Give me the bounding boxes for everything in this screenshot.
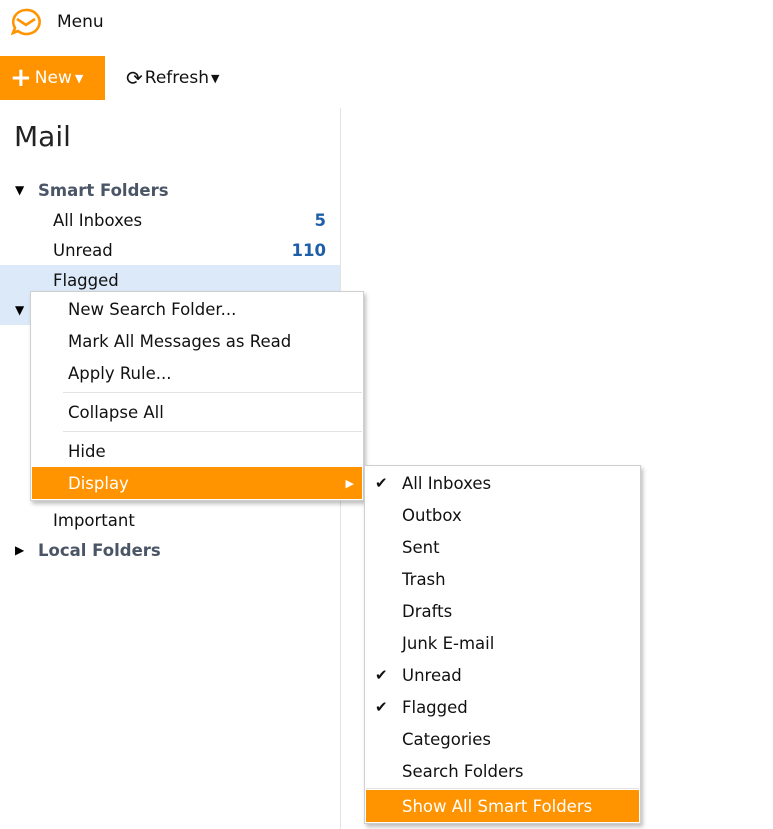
submenu-item-all-inboxes[interactable]: ✔ All Inboxes — [366, 467, 639, 499]
tree-smart-folders[interactable]: ▼ Smart Folders — [0, 175, 340, 205]
item-label: Sent — [402, 537, 440, 557]
submenu-item-unread[interactable]: ✔ Unread — [366, 659, 639, 691]
refresh-icon: ⟳ — [126, 66, 143, 90]
menu-item-display[interactable]: Display ▶ — [32, 467, 362, 499]
item-label: Junk E-mail — [402, 633, 495, 653]
expand-triangle-icon[interactable]: ▼ — [15, 303, 24, 317]
menu-separator — [63, 431, 362, 432]
folder-label: Important — [53, 510, 135, 530]
item-label: Outbox — [402, 505, 462, 525]
menu-separator — [63, 392, 362, 393]
refresh-label: Refresh — [144, 68, 209, 88]
collapsed-triangle-icon[interactable]: ▶ — [15, 543, 24, 557]
expand-triangle-icon[interactable]: ▼ — [15, 183, 24, 197]
tree-local-folders[interactable]: ▶ Local Folders — [0, 535, 340, 565]
display-submenu: ✔ All Inboxes Outbox Sent Trash Drafts Ju… — [364, 465, 641, 824]
group-label: Local Folders — [38, 540, 161, 560]
submenu-item-drafts[interactable]: Drafts — [366, 595, 639, 627]
submenu-item-flagged[interactable]: ✔ Flagged — [366, 691, 639, 723]
caret-down-icon: ▼ — [74, 71, 84, 85]
group-label: Smart Folders — [38, 180, 169, 200]
submenu-item-show-all[interactable]: Show All Smart Folders — [366, 790, 639, 822]
item-label: Trash — [402, 569, 446, 589]
submenu-item-categories[interactable]: Categories — [366, 723, 639, 755]
menu-item-new-search-folder[interactable]: New Search Folder... — [32, 293, 362, 325]
menu-item-mark-all-read[interactable]: Mark All Messages as Read — [32, 325, 362, 357]
check-icon: ✔ — [375, 474, 388, 492]
folder-all-inboxes[interactable]: All Inboxes 5 — [0, 205, 340, 235]
folder-label: Flagged — [53, 270, 119, 290]
new-label: New — [34, 68, 72, 88]
item-label: All Inboxes — [402, 473, 492, 493]
submenu-arrow-icon: ▶ — [345, 476, 354, 490]
page-title: Mail — [14, 120, 71, 153]
menu-button[interactable]: Menu — [57, 12, 104, 32]
context-menu: New Search Folder... Mark All Messages a… — [30, 291, 364, 501]
folder-label: All Inboxes — [53, 210, 143, 230]
caret-down-icon: ▼ — [210, 71, 220, 85]
folder-label: Unread — [53, 240, 113, 260]
item-label: Search Folders — [402, 761, 524, 781]
submenu-item-junk[interactable]: Junk E-mail — [366, 627, 639, 659]
item-label: Categories — [402, 729, 491, 749]
refresh-button[interactable]: ⟳ Refresh ▼ — [126, 56, 219, 100]
item-label: Unread — [402, 665, 462, 685]
submenu-item-trash[interactable]: Trash — [366, 563, 639, 595]
submenu-item-outbox[interactable]: Outbox — [366, 499, 639, 531]
menu-item-label: Display — [68, 473, 129, 493]
folder-important[interactable]: Important — [0, 505, 340, 535]
folder-unread[interactable]: Unread 110 — [0, 235, 340, 265]
check-icon: ✔ — [375, 666, 388, 684]
menu-item-apply-rule[interactable]: Apply Rule... — [32, 357, 362, 389]
plus-icon: + — [10, 63, 32, 93]
menu-item-hide[interactable]: Hide — [32, 435, 362, 467]
menu-item-collapse-all[interactable]: Collapse All — [32, 396, 362, 428]
item-label: Flagged — [402, 697, 468, 717]
unread-count: 5 — [314, 210, 326, 230]
new-button[interactable]: + New ▼ — [0, 56, 105, 100]
submenu-item-sent[interactable]: Sent — [366, 531, 639, 563]
check-icon: ✔ — [375, 698, 388, 716]
app-logo-icon — [10, 8, 41, 36]
item-label: Drafts — [402, 601, 453, 621]
unread-count: 110 — [291, 240, 326, 260]
submenu-item-search-folders[interactable]: Search Folders — [366, 755, 639, 787]
menu-separator — [366, 788, 639, 789]
